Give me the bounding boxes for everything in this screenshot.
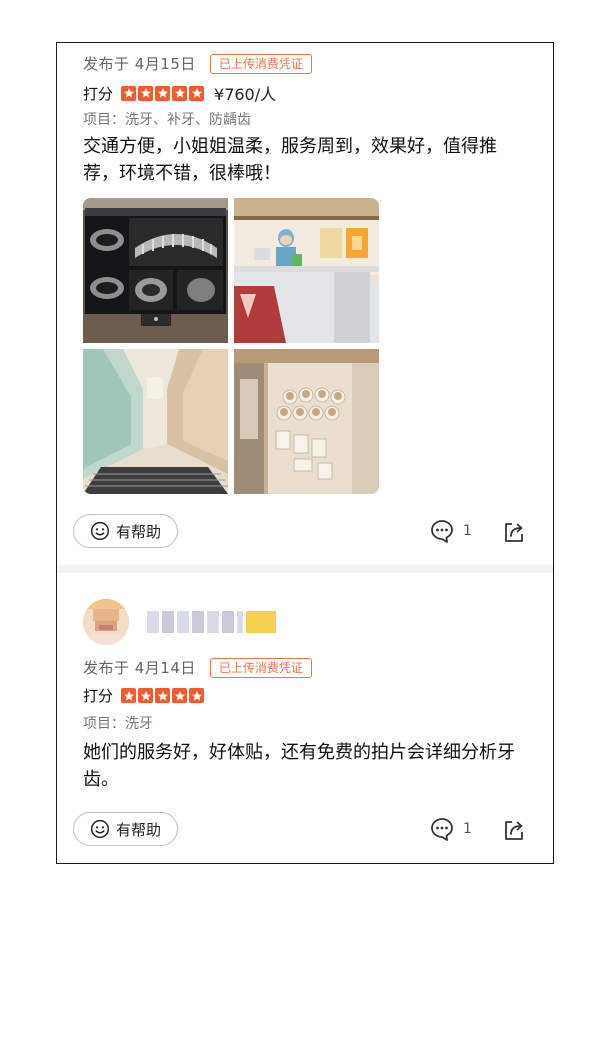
- helpful-label: 有帮助: [115, 522, 161, 541]
- helpful-label: 有帮助: [115, 820, 161, 839]
- photo-doctor-wall[interactable]: [234, 349, 379, 494]
- rating-label: 打分: [83, 84, 114, 103]
- photo-dental-ct-scan[interactable]: [83, 198, 228, 343]
- share-button[interactable]: [502, 520, 526, 544]
- star-icon: [138, 85, 154, 101]
- photo-grid: [83, 198, 379, 494]
- username-masked: [147, 611, 276, 633]
- review-text: 交通方便，小姐姐温柔，服务周到，效果好，值得推荐，环境不错，很棒哦！: [83, 136, 497, 184]
- star-icon: [172, 85, 188, 101]
- smile-icon: [90, 521, 110, 541]
- comment-button[interactable]: 1: [429, 518, 472, 544]
- photo-clinic-reception[interactable]: [234, 198, 379, 343]
- review-meta: 发布于 4月14日 已上传消费凭证: [83, 657, 312, 678]
- comment-button[interactable]: 1: [429, 816, 472, 842]
- star-rating: [121, 85, 205, 101]
- star-icon: [121, 85, 137, 101]
- helpful-button[interactable]: 有帮助: [73, 812, 178, 846]
- star-icon: [138, 688, 154, 703]
- helpful-button[interactable]: 有帮助: [73, 514, 178, 548]
- rating-row: 打分 ¥760/人: [83, 81, 276, 105]
- review-card-1: 发布于 4月15日 已上传消费凭证 打分 ¥760/人 项目：洗牙、补牙、防龋齿…: [57, 43, 553, 565]
- comment-count: 1: [463, 523, 472, 539]
- price-per-person: ¥760/人: [214, 85, 277, 104]
- star-icon: [189, 85, 205, 101]
- review-card-2: 发布于 4月14日 已上传消费凭证 打分 项目：洗牙 她们的服务好，好体贴，还有…: [57, 573, 553, 863]
- star-rating: [121, 688, 205, 703]
- photo-clinic-hallway[interactable]: [83, 349, 228, 494]
- comment-count: 1: [463, 821, 472, 837]
- review-date: 发布于 4月15日: [83, 55, 196, 73]
- review-project: 项目：洗牙: [83, 716, 153, 732]
- voucher-badge: 已上传消费凭证: [209, 657, 312, 678]
- rating-label: 打分: [83, 687, 114, 705]
- star-icon: [155, 85, 171, 101]
- rating-row: 打分: [83, 685, 214, 706]
- voucher-badge: 已上传消费凭证: [209, 53, 312, 74]
- review-date: 发布于 4月14日: [83, 659, 196, 677]
- review-divider: [57, 565, 553, 573]
- comment-icon: [431, 818, 453, 841]
- review-project: 项目：洗牙、补牙、防龋齿: [83, 112, 251, 128]
- share-icon: [505, 523, 523, 542]
- comment-icon: [431, 520, 453, 543]
- review-meta: 发布于 4月15日 已上传消费凭证: [83, 53, 312, 74]
- star-icon: [189, 688, 205, 703]
- star-icon: [155, 688, 171, 703]
- star-icon: [121, 688, 137, 703]
- share-icon: [505, 821, 523, 840]
- smile-icon: [90, 819, 110, 839]
- share-button[interactable]: [502, 818, 526, 842]
- reviews-frame: 发布于 4月15日 已上传消费凭证 打分 ¥760/人 项目：洗牙、补牙、防龋齿…: [56, 42, 554, 864]
- review-text: 她们的服务好，好体贴，还有免费的拍片会详细分析牙齿。: [83, 742, 515, 790]
- avatar[interactable]: [83, 599, 129, 645]
- star-icon: [172, 688, 188, 703]
